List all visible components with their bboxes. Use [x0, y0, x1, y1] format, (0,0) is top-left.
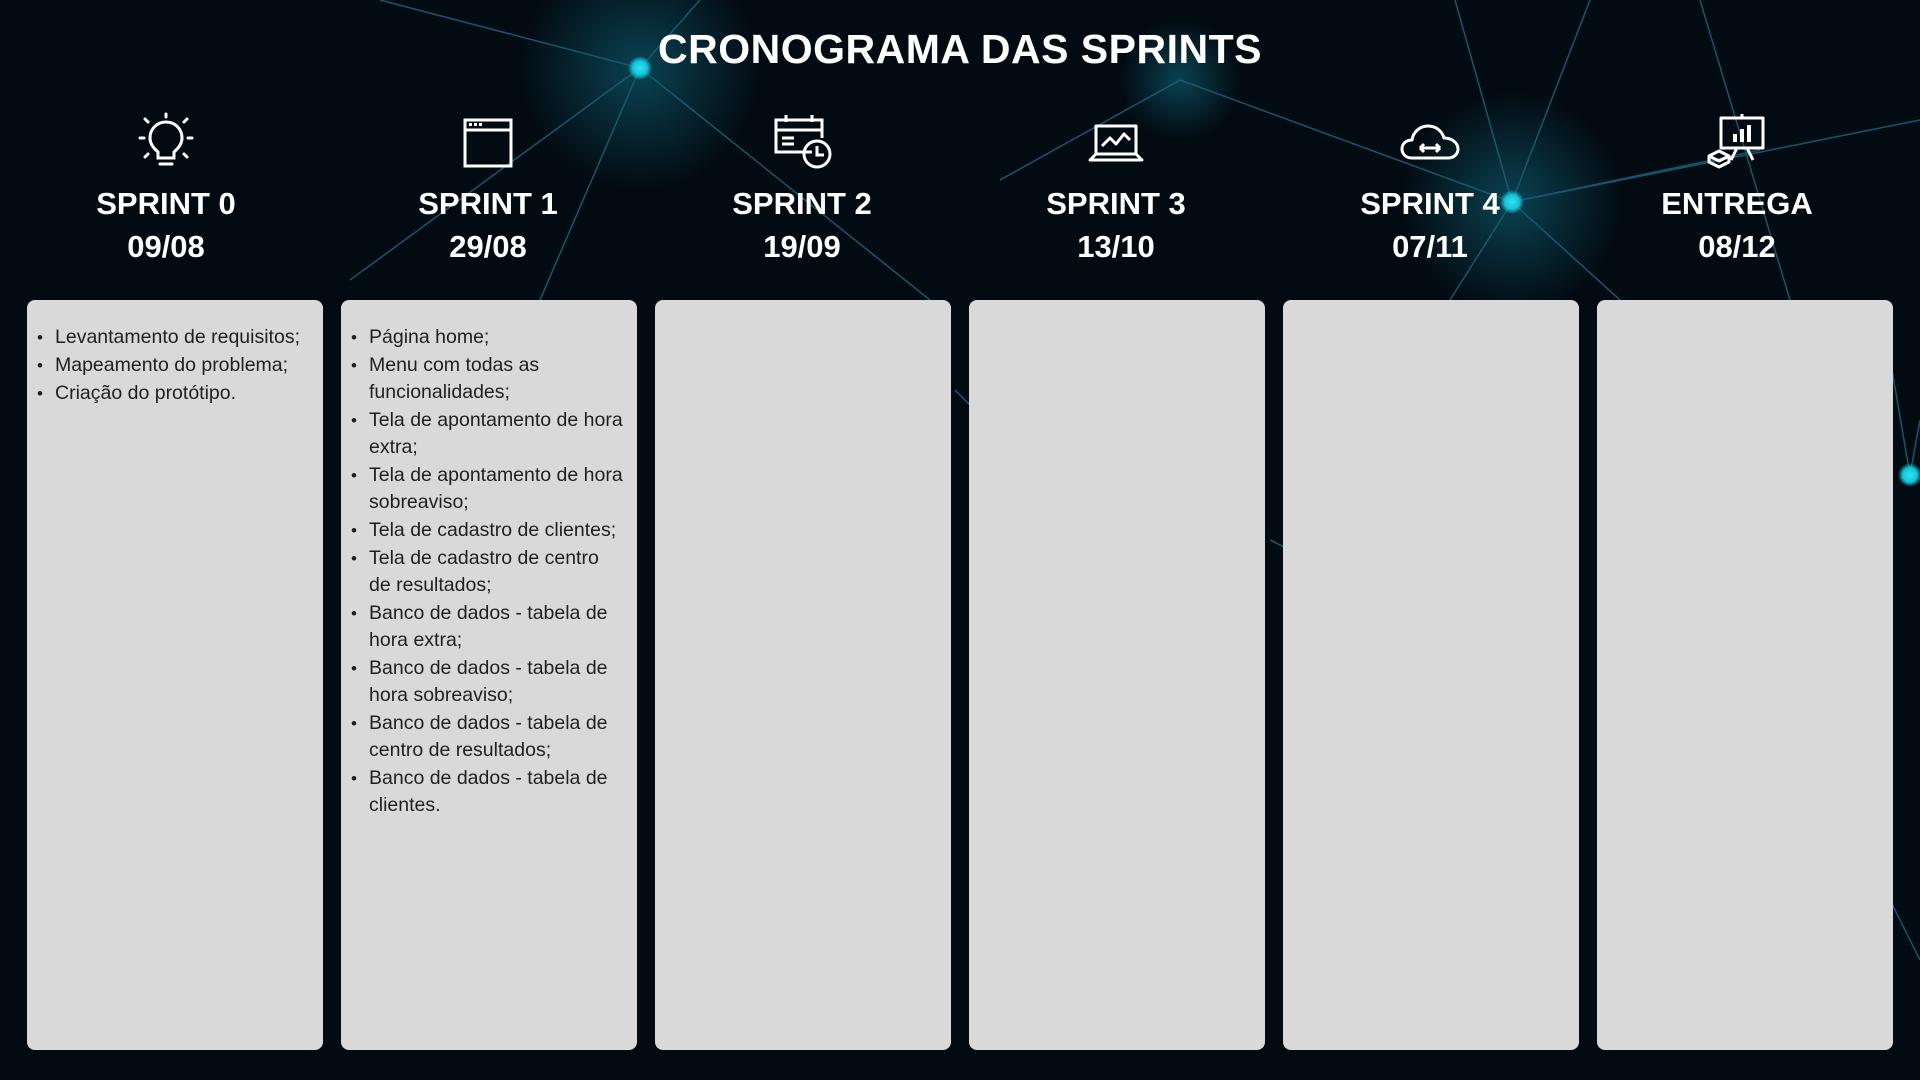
task-item: Menu com todas as funcionalidades;	[351, 352, 625, 406]
lightbulb-icon	[138, 112, 194, 166]
column-date: 08/12	[1698, 229, 1776, 264]
column-header-entrega: ENTREGA 08/12	[1587, 112, 1887, 270]
column-name: SPRINT 4	[1360, 186, 1500, 221]
cloud-sync-icon	[1400, 124, 1460, 160]
task-item: Banco de dados - tabela de hora extra;	[351, 600, 625, 654]
sprint-1-card: Página home;Menu com todas as funcionali…	[341, 300, 637, 1050]
column-header-sprint-0: SPRINT 0 09/08	[16, 112, 316, 270]
sprint-2-card	[655, 300, 951, 1050]
column-header-sprint-1: SPRINT 1 29/08	[338, 112, 638, 270]
column-name: SPRINT 1	[418, 186, 558, 221]
task-item: Banco de dados - tabela de hora sobreavi…	[351, 655, 625, 709]
task-item: Levantamento de requisitos;	[37, 324, 311, 351]
column-name: SPRINT 3	[1046, 186, 1186, 221]
column-name: SPRINT 0	[96, 186, 236, 221]
column-date: 19/09	[763, 229, 841, 264]
presentation-board-icon	[1707, 114, 1765, 169]
task-item: Tela de cadastro de clientes;	[351, 517, 625, 544]
entrega-card	[1597, 300, 1893, 1050]
task-item: Página home;	[351, 324, 625, 351]
task-list: Página home;Menu com todas as funcionali…	[351, 324, 625, 819]
task-item: Banco de dados - tabela de centro de res…	[351, 710, 625, 764]
column-name: SPRINT 2	[732, 186, 872, 221]
sprint-4-card	[1283, 300, 1579, 1050]
calendar-clock-icon	[774, 115, 832, 169]
task-item: Tela de apontamento de hora sobreaviso;	[351, 462, 625, 516]
page-title: CRONOGRAMA DAS SPRINTS	[658, 26, 1262, 72]
column-header-sprint-3: SPRINT 3 13/10	[966, 112, 1266, 270]
task-item: Mapeamento do problema;	[37, 352, 311, 379]
column-date: 09/08	[127, 229, 205, 264]
column-header-sprint-4: SPRINT 4 07/11	[1280, 112, 1580, 270]
sprint-3-card	[969, 300, 1265, 1050]
task-item: Tela de apontamento de hora extra;	[351, 407, 625, 461]
task-list: Levantamento de requisitos;Mapeamento do…	[37, 324, 311, 407]
column-name: ENTREGA	[1661, 186, 1813, 221]
sprint-0-card: Levantamento de requisitos;Mapeamento do…	[27, 300, 323, 1050]
task-item: Criação do protótipo.	[37, 380, 311, 407]
laptop-chart-icon	[1088, 124, 1144, 162]
task-item: Tela de cadastro de centro de resultados…	[351, 545, 625, 599]
browser-window-icon	[463, 118, 513, 168]
column-header-sprint-2: SPRINT 2 19/09	[652, 112, 952, 270]
column-date: 13/10	[1077, 229, 1155, 264]
task-item: Banco de dados - tabela de clientes.	[351, 765, 625, 819]
column-date: 07/11	[1392, 229, 1468, 264]
column-date: 29/08	[449, 229, 527, 264]
